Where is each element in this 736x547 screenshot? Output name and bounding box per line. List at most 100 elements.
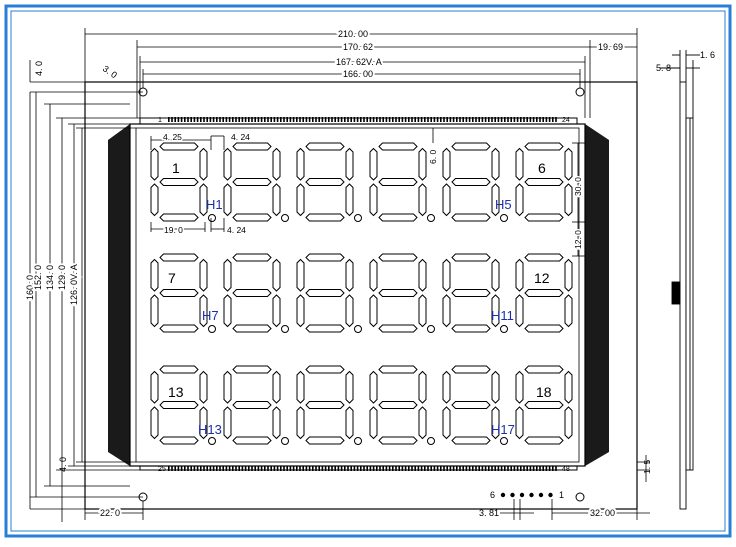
pin bbox=[484, 466, 487, 471]
connector-pin bbox=[538, 492, 544, 498]
pin bbox=[392, 466, 394, 471]
pin bbox=[523, 466, 525, 471]
pin bbox=[267, 117, 269, 122]
pin bbox=[446, 466, 448, 471]
pin bbox=[305, 117, 308, 122]
pin bbox=[276, 117, 279, 122]
segment-a bbox=[378, 365, 418, 374]
pin bbox=[177, 466, 180, 471]
pin bbox=[542, 466, 544, 471]
dim-side-16: 1. 6 bbox=[700, 50, 715, 60]
pin bbox=[488, 466, 490, 471]
pin bbox=[299, 466, 301, 471]
pin bbox=[536, 117, 538, 122]
pin bbox=[427, 466, 429, 471]
decimal-point bbox=[354, 437, 362, 445]
pin bbox=[305, 466, 308, 471]
segment-a bbox=[305, 253, 345, 262]
segment-f bbox=[515, 258, 524, 292]
segment-f bbox=[223, 147, 232, 181]
connector-pin bbox=[529, 492, 534, 498]
pin bbox=[219, 117, 221, 122]
dim-d424a: 4. 24 bbox=[231, 132, 250, 142]
segment-b bbox=[564, 258, 573, 292]
pin bbox=[219, 466, 221, 471]
pin bbox=[267, 466, 269, 471]
segment-f bbox=[442, 258, 451, 292]
segment-e bbox=[442, 294, 451, 328]
pin bbox=[312, 466, 314, 471]
pin bbox=[254, 117, 256, 122]
segment-e bbox=[223, 294, 232, 328]
pin bbox=[206, 466, 208, 471]
pin bbox=[507, 117, 509, 122]
pin bbox=[334, 117, 336, 122]
pin bbox=[344, 466, 346, 471]
pin bbox=[289, 466, 292, 471]
segment-c bbox=[272, 183, 281, 217]
segment-g bbox=[159, 401, 199, 409]
dim-h129: 129. 0 bbox=[57, 265, 67, 290]
pin bbox=[449, 466, 452, 471]
segment-b bbox=[564, 147, 573, 181]
segment-c bbox=[564, 294, 573, 328]
segment-f bbox=[296, 147, 305, 181]
segment-c bbox=[345, 183, 354, 217]
h-label-h5: H5 bbox=[495, 197, 512, 212]
dim-b15: 1. 5 bbox=[642, 460, 652, 474]
segment-f bbox=[515, 147, 524, 181]
pin bbox=[372, 117, 375, 122]
pin bbox=[497, 466, 500, 471]
segment-c bbox=[564, 406, 573, 440]
segment-c bbox=[272, 294, 281, 328]
dim-width-1: 170. 62 bbox=[343, 42, 373, 52]
pin bbox=[545, 117, 548, 122]
pin bbox=[398, 117, 400, 122]
lcd-drawing: 1 24 25 48 1 6 7 12 13 18 H1 H5 H7 H11 H… bbox=[0, 0, 736, 542]
decimal-point bbox=[208, 325, 216, 333]
decimal-point bbox=[427, 214, 435, 222]
side-view bbox=[660, 50, 700, 510]
segment-b bbox=[564, 370, 573, 404]
pin bbox=[398, 466, 400, 471]
pin bbox=[440, 117, 442, 122]
dim-side-58: 5. 8 bbox=[656, 63, 671, 73]
pin bbox=[184, 466, 186, 471]
segment-f bbox=[369, 258, 378, 292]
segment-b bbox=[199, 258, 208, 292]
digit-label-13: 13 bbox=[168, 384, 184, 400]
segment-g bbox=[159, 289, 199, 297]
pin bbox=[388, 117, 391, 122]
segment-g bbox=[305, 178, 345, 186]
pin bbox=[216, 117, 218, 122]
pin bbox=[235, 466, 237, 471]
pin bbox=[321, 466, 324, 471]
pin bbox=[401, 466, 404, 471]
pin bbox=[510, 117, 512, 122]
segment-b bbox=[272, 147, 281, 181]
pin bbox=[292, 117, 295, 122]
connector-pin bbox=[500, 492, 506, 498]
pin bbox=[516, 466, 519, 471]
segment-a bbox=[378, 142, 418, 151]
pin bbox=[472, 117, 474, 122]
pin bbox=[491, 117, 493, 122]
segment-b bbox=[272, 370, 281, 404]
segment-e bbox=[369, 183, 378, 217]
pin bbox=[296, 466, 298, 471]
pin bbox=[200, 466, 202, 471]
pin bbox=[212, 466, 215, 471]
segment-d bbox=[232, 213, 272, 222]
pin bbox=[302, 117, 304, 122]
segment-f bbox=[515, 370, 524, 404]
pin bbox=[382, 466, 384, 471]
pin bbox=[532, 466, 535, 471]
pin bbox=[350, 117, 352, 122]
mount-hole-top-right bbox=[575, 87, 585, 97]
segment-e bbox=[515, 183, 524, 217]
pin bbox=[315, 117, 317, 122]
segment-f bbox=[223, 258, 232, 292]
segment-b bbox=[491, 147, 500, 181]
pin bbox=[318, 466, 320, 471]
segment-e bbox=[515, 294, 524, 328]
